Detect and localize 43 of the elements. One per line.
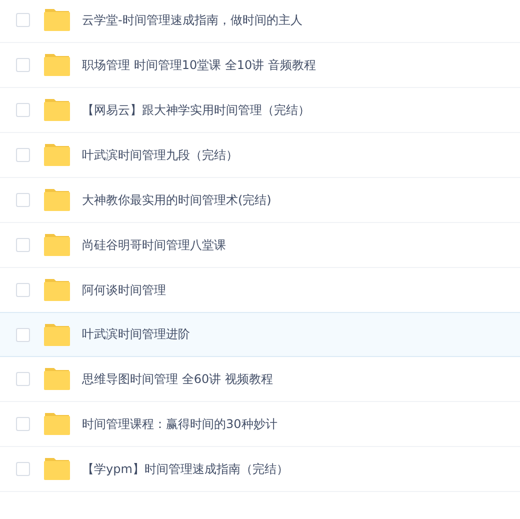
file-row[interactable]: 时间管理课程：赢得时间的30种妙计	[0, 402, 520, 447]
folder-name[interactable]: 【网易云】跟大神学实用时间管理（完结）	[82, 102, 310, 118]
folder-name[interactable]: 大神教你最实用的时间管理术(完结)	[82, 192, 272, 208]
folder-icon	[44, 324, 70, 346]
folder-icon	[44, 458, 70, 480]
folder-icon	[44, 189, 70, 211]
file-row[interactable]: 职场管理 时间管理10堂课 全10讲 音频教程	[0, 43, 520, 88]
file-row[interactable]: 云学堂-时间管理速成指南，做时间的主人	[0, 0, 520, 43]
folder-icon	[44, 9, 70, 31]
file-row[interactable]: 尚硅谷明哥时间管理八堂课	[0, 223, 520, 268]
checkbox[interactable]	[16, 372, 30, 386]
checkbox[interactable]	[16, 462, 30, 476]
checkbox[interactable]	[16, 328, 30, 342]
folder-icon	[44, 54, 70, 76]
folder-icon	[44, 144, 70, 166]
folder-icon	[44, 413, 70, 435]
folder-name[interactable]: 阿何谈时间管理	[82, 282, 166, 298]
checkbox[interactable]	[16, 148, 30, 162]
folder-icon	[44, 279, 70, 301]
file-row[interactable]: 叶武滨时间管理进阶	[0, 312, 520, 357]
file-row[interactable]: 思维导图时间管理 全60讲 视频教程	[0, 357, 520, 402]
checkbox[interactable]	[16, 13, 30, 27]
folder-name[interactable]: 时间管理课程：赢得时间的30种妙计	[82, 416, 278, 432]
folder-name[interactable]: 云学堂-时间管理速成指南，做时间的主人	[82, 12, 302, 28]
file-row[interactable]: 【学ypm】时间管理速成指南（完结）	[0, 447, 520, 492]
checkbox[interactable]	[16, 238, 30, 252]
checkbox[interactable]	[16, 283, 30, 297]
folder-name[interactable]: 思维导图时间管理 全60讲 视频教程	[82, 370, 273, 388]
file-row[interactable]: 【网易云】跟大神学实用时间管理（完结）	[0, 88, 520, 133]
folder-name[interactable]: 尚硅谷明哥时间管理八堂课	[82, 236, 226, 254]
folder-icon	[44, 99, 70, 121]
folder-icon	[44, 368, 70, 390]
checkbox[interactable]	[16, 417, 30, 431]
folder-name[interactable]: 叶武滨时间管理九段（完结）	[82, 146, 238, 164]
file-row[interactable]: 叶武滨时间管理九段（完结）	[0, 133, 520, 178]
folder-icon	[44, 234, 70, 256]
checkbox[interactable]	[16, 103, 30, 117]
checkbox[interactable]	[16, 193, 30, 207]
folder-name[interactable]: 【学ypm】时间管理速成指南（完结）	[82, 460, 288, 478]
checkbox[interactable]	[16, 58, 30, 72]
folder-name[interactable]: 叶武滨时间管理进阶	[82, 326, 190, 343]
file-row[interactable]: 大神教你最实用的时间管理术(完结)	[0, 178, 520, 223]
folder-name[interactable]: 职场管理 时间管理10堂课 全10讲 音频教程	[82, 56, 316, 74]
